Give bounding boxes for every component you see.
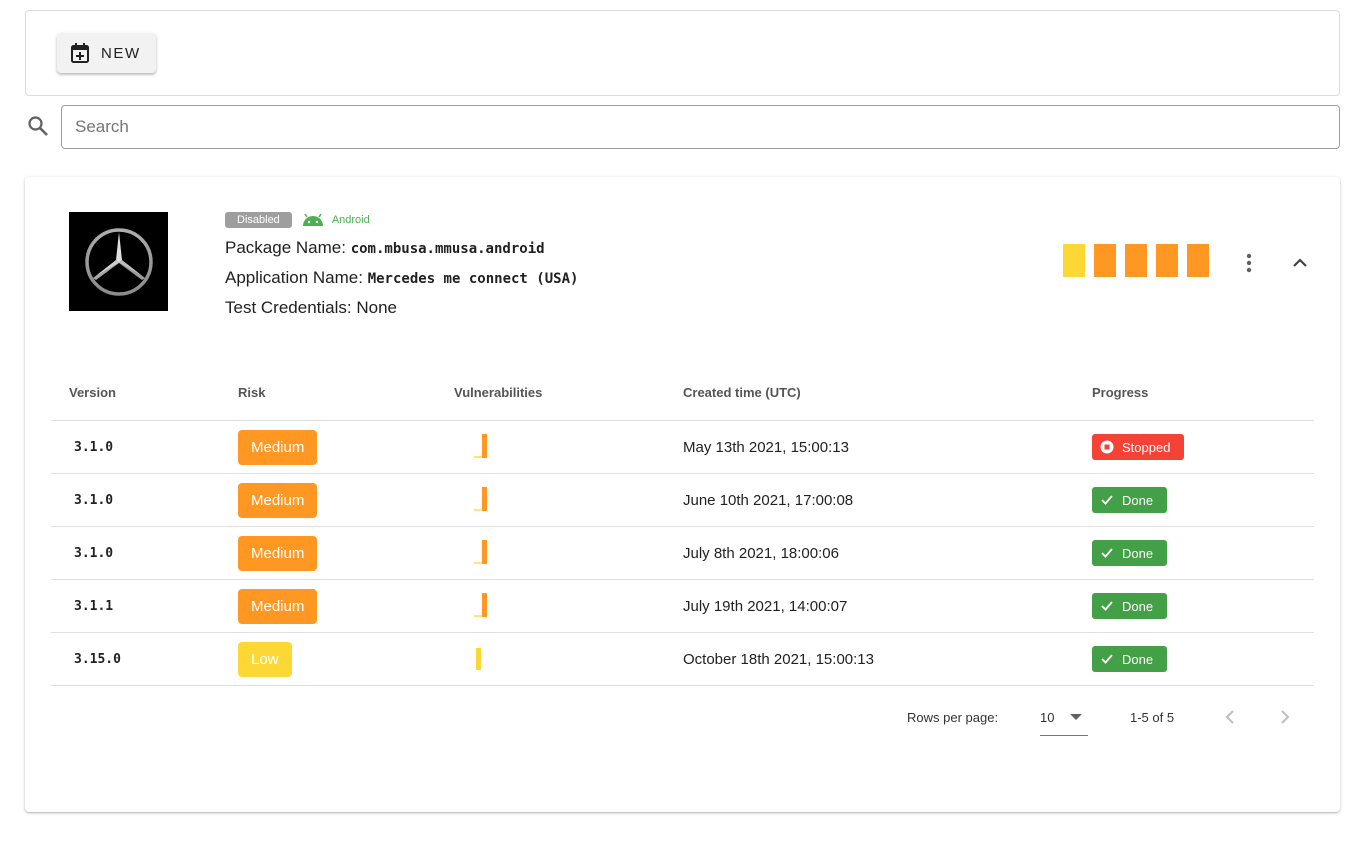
progress-status-badge: Done [1092, 540, 1168, 566]
version-cell: 3.15.0 [74, 651, 121, 667]
header-vulnerabilities: Vulnerabilities [454, 385, 543, 400]
app-logo [69, 212, 168, 311]
table-row[interactable]: 3.1.1 Medium July 19th 2021, 14:00:07 Done [51, 580, 1314, 633]
version-cell: 3.1.0 [74, 439, 114, 455]
progress-status-badge: Done [1092, 487, 1168, 513]
version-cell: 3.1.0 [74, 492, 114, 508]
progress-status-label: Stopped [1122, 439, 1171, 455]
header-progress: Progress [1092, 385, 1149, 400]
app-card: Disabled Android Package Name: com.mbusa… [25, 177, 1340, 812]
vulnerability-bar [482, 593, 487, 617]
vulnerability-bar [476, 648, 481, 670]
calendar-plus-icon [71, 43, 89, 63]
search-input[interactable] [62, 106, 1339, 148]
dropdown-arrow-icon [1070, 714, 1082, 720]
pagination: Rows per page: 10 1-5 of 5 [25, 697, 1340, 737]
mercedes-star-logo [84, 227, 153, 296]
severity-bar [1094, 244, 1116, 277]
rows-per-page-label: Rows per page: [907, 710, 999, 725]
stop-circle-icon [1100, 440, 1114, 454]
risk-badge: Low [238, 641, 292, 677]
search-field [61, 105, 1340, 149]
previous-page-icon[interactable] [1218, 705, 1242, 729]
app-meta: Disabled Android Package Name: com.mbusa… [225, 212, 578, 318]
table-row[interactable]: 3.1.0 Medium June 10th 2021, 17:00:08 Done [51, 474, 1314, 527]
header-risk: Risk [238, 385, 266, 400]
table-row[interactable]: 3.1.0 Medium July 8th 2021, 18:00:06 Done [51, 527, 1314, 580]
application-name-value: Mercedes me connect (USA) [367, 271, 579, 287]
risk-badge: Medium [238, 482, 318, 518]
toolbar: NEW [25, 10, 1340, 96]
test-credentials-line: Test Credentials: None [225, 298, 578, 318]
progress-status-label: Done [1122, 598, 1154, 614]
rows-per-page-value: 10 [1040, 710, 1055, 725]
versions-table: Version Risk Vulnerabilities Created tim… [51, 373, 1314, 686]
progress-status-label: Done [1122, 545, 1154, 561]
progress-status-badge: Done [1092, 646, 1168, 672]
table-header: Version Risk Vulnerabilities Created tim… [51, 373, 1314, 421]
version-cell: 3.1.1 [74, 598, 114, 614]
test-credentials-label: Test Credentials: [225, 298, 352, 317]
package-name-line: Package Name: com.mbusa.mmusa.android [225, 238, 578, 258]
created-time-cell: June 10th 2021, 17:00:08 [683, 491, 854, 509]
application-name-line: Application Name: Mercedes me connect (U… [225, 268, 578, 288]
severity-bar [1125, 244, 1147, 277]
version-cell: 3.1.0 [74, 545, 114, 561]
vulnerability-bar [482, 434, 487, 458]
page-range: 1-5 of 5 [1130, 710, 1175, 725]
table-row[interactable]: 3.1.0 Medium May 13th 2021, 15:00:13 Stoppe… [51, 421, 1314, 474]
collapse-chevron-icon[interactable] [1288, 251, 1312, 275]
application-name-label: Application Name: [225, 268, 363, 287]
progress-status-badge: Done [1092, 593, 1168, 619]
created-time-cell: October 18th 2021, 15:00:13 [683, 650, 874, 668]
created-time-cell: May 13th 2021, 15:00:13 [683, 438, 849, 456]
table-body: 3.1.0 Medium May 13th 2021, 15:00:13 Stoppe… [51, 421, 1314, 686]
check-icon [1101, 495, 1113, 505]
platform-label: Android [331, 214, 370, 226]
new-button-label: NEW [101, 44, 141, 62]
vulnerability-bar [482, 540, 487, 564]
progress-status-badge: Stopped [1092, 434, 1185, 460]
vulnerability-chart [474, 538, 494, 568]
vulnerability-chart [474, 432, 494, 462]
next-page-icon[interactable] [1273, 705, 1297, 729]
severity-summary-bars [1063, 244, 1209, 277]
header-version: Version [69, 385, 116, 400]
header-created-time: Created time (UTC) [683, 385, 801, 400]
created-time-cell: July 8th 2021, 18:00:06 [683, 544, 839, 562]
progress-status-label: Done [1122, 651, 1154, 667]
search-icon [28, 116, 48, 136]
risk-badge: Medium [238, 429, 318, 465]
risk-badge: Medium [238, 535, 318, 571]
progress-status-label: Done [1122, 492, 1154, 508]
new-button[interactable]: NEW [57, 33, 156, 73]
vulnerability-chart [474, 644, 494, 674]
check-icon [1101, 548, 1113, 558]
vulnerability-bar [482, 487, 487, 511]
android-icon [302, 213, 323, 226]
package-name-label: Package Name: [225, 238, 346, 257]
rows-per-page-select[interactable]: 10 [1040, 697, 1088, 736]
status-badge: Disabled [225, 212, 292, 228]
more-options-icon[interactable] [1237, 251, 1261, 275]
package-name-value: com.mbusa.mmusa.android [350, 241, 545, 257]
risk-badge: Medium [238, 588, 318, 624]
test-credentials-value: None [356, 298, 397, 317]
vulnerability-chart [474, 485, 494, 515]
created-time-cell: July 19th 2021, 14:00:07 [683, 597, 848, 615]
severity-bar [1063, 244, 1085, 277]
table-row[interactable]: 3.15.0 Low October 18th 2021, 15:00:13 Done [51, 633, 1314, 686]
severity-bar [1187, 244, 1209, 277]
check-icon [1101, 654, 1113, 664]
vulnerability-chart [474, 591, 494, 621]
check-icon [1101, 601, 1113, 611]
severity-bar [1156, 244, 1178, 277]
